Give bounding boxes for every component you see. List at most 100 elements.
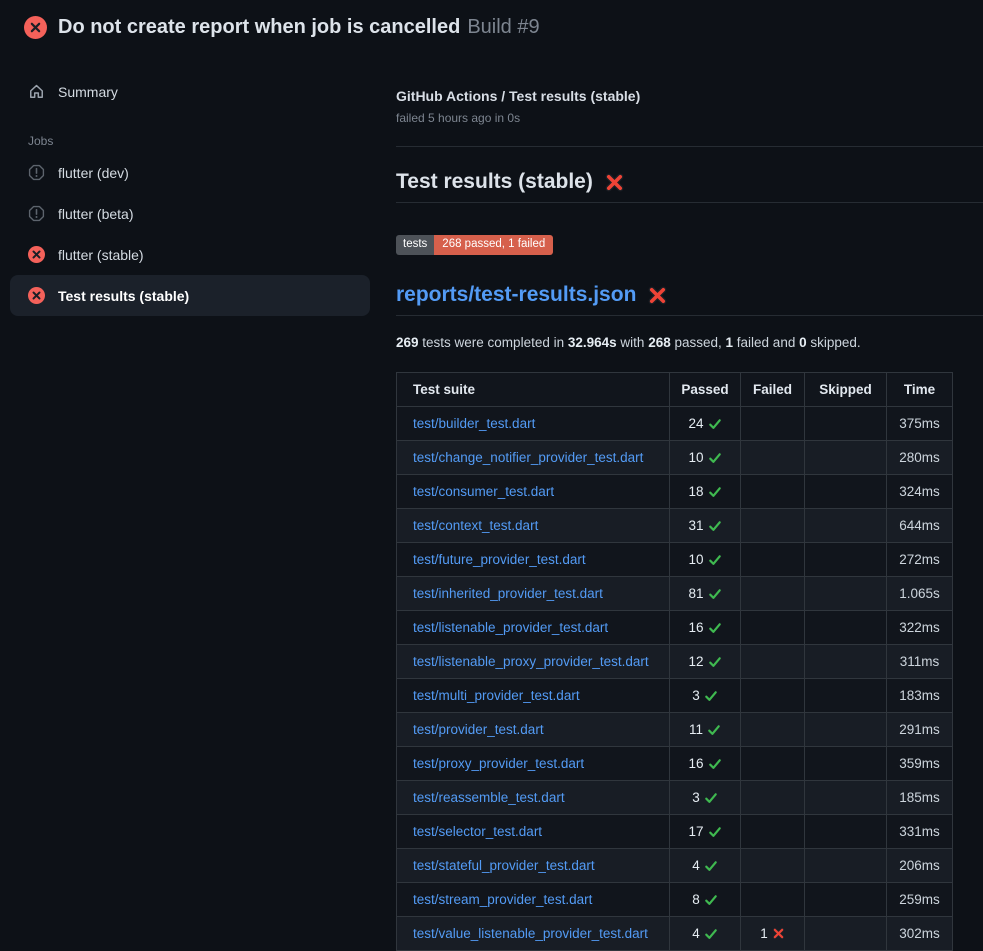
check-mark-icon bbox=[704, 689, 718, 703]
table-row: test/listenable_proxy_provider_test.dart… bbox=[397, 645, 953, 679]
passed-count: 11 bbox=[689, 722, 703, 737]
check-mark-icon bbox=[704, 859, 718, 873]
time-value: 206ms bbox=[899, 858, 940, 873]
test-suite-link[interactable]: test/future_provider_test.dart bbox=[413, 552, 586, 567]
sidebar-job-label: flutter (dev) bbox=[58, 165, 129, 181]
table-row: test/builder_test.dart 24 375ms bbox=[397, 407, 953, 441]
check-mark-icon bbox=[704, 893, 718, 907]
passed-count: 16 bbox=[688, 756, 703, 771]
section-heading-text: Test results (stable) bbox=[396, 168, 593, 196]
sidebar-job-label: flutter (stable) bbox=[58, 247, 144, 263]
sidebar-job-label: flutter (beta) bbox=[58, 206, 133, 222]
test-suite-link[interactable]: test/consumer_test.dart bbox=[413, 484, 554, 499]
sidebar-item-flutter-dev[interactable]: flutter (dev) bbox=[10, 152, 370, 193]
test-suite-link[interactable]: test/change_notifier_provider_test.dart bbox=[413, 450, 643, 465]
check-mark-icon bbox=[708, 587, 722, 601]
sidebar-summary-label: Summary bbox=[58, 84, 118, 100]
check-mark-icon bbox=[708, 451, 722, 465]
build-number: Build #9 bbox=[467, 16, 539, 39]
test-suite-link[interactable]: test/proxy_provider_test.dart bbox=[413, 756, 584, 771]
section-heading: Test results (stable) bbox=[396, 168, 983, 203]
passed-count: 3 bbox=[692, 688, 700, 703]
test-suite-link[interactable]: test/listenable_provider_test.dart bbox=[413, 620, 608, 635]
check-mark-icon bbox=[708, 655, 722, 669]
passed-count: 4 bbox=[692, 858, 700, 873]
sidebar: Summary Jobs flutter (dev) flutter (beta… bbox=[0, 73, 380, 316]
check-mark-icon bbox=[708, 553, 722, 567]
column-header-time: Time bbox=[887, 373, 953, 407]
check-mark-icon bbox=[708, 757, 722, 771]
passed-count: 16 bbox=[688, 620, 703, 635]
failed-circle-icon bbox=[24, 16, 47, 39]
time-value: 302ms bbox=[899, 926, 940, 941]
cross-mark-icon bbox=[647, 285, 668, 306]
table-row: test/listenable_provider_test.dart 16 32… bbox=[397, 611, 953, 645]
time-value: 375ms bbox=[899, 416, 940, 431]
test-suite-link[interactable]: test/builder_test.dart bbox=[413, 416, 535, 431]
main-content: GitHub Actions / Test results (stable) f… bbox=[396, 88, 983, 951]
passed-count: 4 bbox=[692, 926, 700, 941]
time-value: 280ms bbox=[899, 450, 940, 465]
badge-label: tests bbox=[396, 235, 434, 255]
badge-status: 268 passed, 1 failed bbox=[434, 235, 553, 255]
test-suite-link[interactable]: test/value_listenable_provider_test.dart bbox=[413, 926, 648, 941]
check-mark-icon bbox=[708, 485, 722, 499]
test-suite-link[interactable]: test/inherited_provider_test.dart bbox=[413, 586, 603, 601]
passed-count: 8 bbox=[692, 892, 700, 907]
time-value: 359ms bbox=[899, 756, 940, 771]
test-suite-link[interactable]: test/provider_test.dart bbox=[413, 722, 544, 737]
test-suite-link[interactable]: test/selector_test.dart bbox=[413, 824, 542, 839]
cancelled-octagon-icon bbox=[28, 205, 45, 222]
home-icon bbox=[28, 83, 45, 100]
failed-count: 1 bbox=[760, 926, 768, 941]
report-file-link[interactable]: reports/test-results.json bbox=[396, 281, 636, 309]
passed-count: 12 bbox=[688, 654, 703, 669]
sidebar-item-flutter-stable[interactable]: flutter (stable) bbox=[10, 234, 370, 275]
table-row: test/reassemble_test.dart 3 185ms bbox=[397, 781, 953, 815]
summary-sentence: 269 tests were completed in 32.964s with… bbox=[396, 333, 983, 353]
check-run-name: GitHub Actions / Test results (stable) bbox=[396, 88, 983, 104]
time-value: 311ms bbox=[900, 654, 940, 669]
time-value: 183ms bbox=[899, 688, 940, 703]
passed-count: 18 bbox=[688, 484, 703, 499]
test-suite-link[interactable]: test/context_test.dart bbox=[413, 518, 538, 533]
cross-mark-icon bbox=[604, 172, 625, 193]
time-value: 1.065s bbox=[899, 586, 940, 601]
report-file-heading[interactable]: reports/test-results.json bbox=[396, 281, 983, 316]
table-header: Test suitePassedFailedSkippedTime bbox=[397, 373, 953, 407]
check-mark-icon bbox=[708, 825, 722, 839]
sidebar-item-summary[interactable]: Summary bbox=[10, 73, 370, 110]
table-row: test/value_listenable_provider_test.dart… bbox=[397, 917, 953, 951]
table-row: test/stream_provider_test.dart 8 259ms bbox=[397, 883, 953, 917]
test-suite-link[interactable]: test/reassemble_test.dart bbox=[413, 790, 565, 805]
table-row: test/future_provider_test.dart 10 272ms bbox=[397, 543, 953, 577]
test-suite-link[interactable]: test/stream_provider_test.dart bbox=[413, 892, 592, 907]
failed-circle-icon bbox=[28, 287, 45, 304]
table-row: test/inherited_provider_test.dart 81 1.0… bbox=[397, 577, 953, 611]
title-bar: Do not create report when job is cancell… bbox=[0, 0, 983, 39]
passed-count: 81 bbox=[688, 586, 703, 601]
sidebar-item-flutter-beta[interactable]: flutter (beta) bbox=[10, 193, 370, 234]
failed-circle-icon bbox=[28, 246, 45, 263]
table-row: test/consumer_test.dart 18 324ms bbox=[397, 475, 953, 509]
column-header-failed: Failed bbox=[741, 373, 805, 407]
sidebar-jobs-list: flutter (dev) flutter (beta) flutter (st… bbox=[0, 152, 380, 316]
page-title: Do not create report when job is cancell… bbox=[58, 16, 460, 39]
table-row: test/stateful_provider_test.dart 4 206ms bbox=[397, 849, 953, 883]
test-suite-link[interactable]: test/listenable_proxy_provider_test.dart bbox=[413, 654, 649, 669]
section-divider bbox=[396, 146, 983, 147]
time-value: 272ms bbox=[899, 552, 940, 567]
sidebar-item-test-results-stable[interactable]: Test results (stable) bbox=[10, 275, 370, 316]
time-value: 185ms bbox=[899, 790, 940, 805]
check-mark-icon bbox=[704, 927, 718, 941]
time-value: 644ms bbox=[899, 518, 940, 533]
test-suite-link[interactable]: test/stateful_provider_test.dart bbox=[413, 858, 595, 873]
table-row: test/proxy_provider_test.dart 16 359ms bbox=[397, 747, 953, 781]
time-value: 322ms bbox=[899, 620, 940, 635]
passed-count: 17 bbox=[688, 824, 703, 839]
sidebar-job-label: Test results (stable) bbox=[58, 288, 189, 304]
passed-count: 3 bbox=[692, 790, 700, 805]
passed-count: 24 bbox=[688, 416, 703, 431]
test-suite-link[interactable]: test/multi_provider_test.dart bbox=[413, 688, 580, 703]
check-mark-icon bbox=[708, 621, 722, 635]
